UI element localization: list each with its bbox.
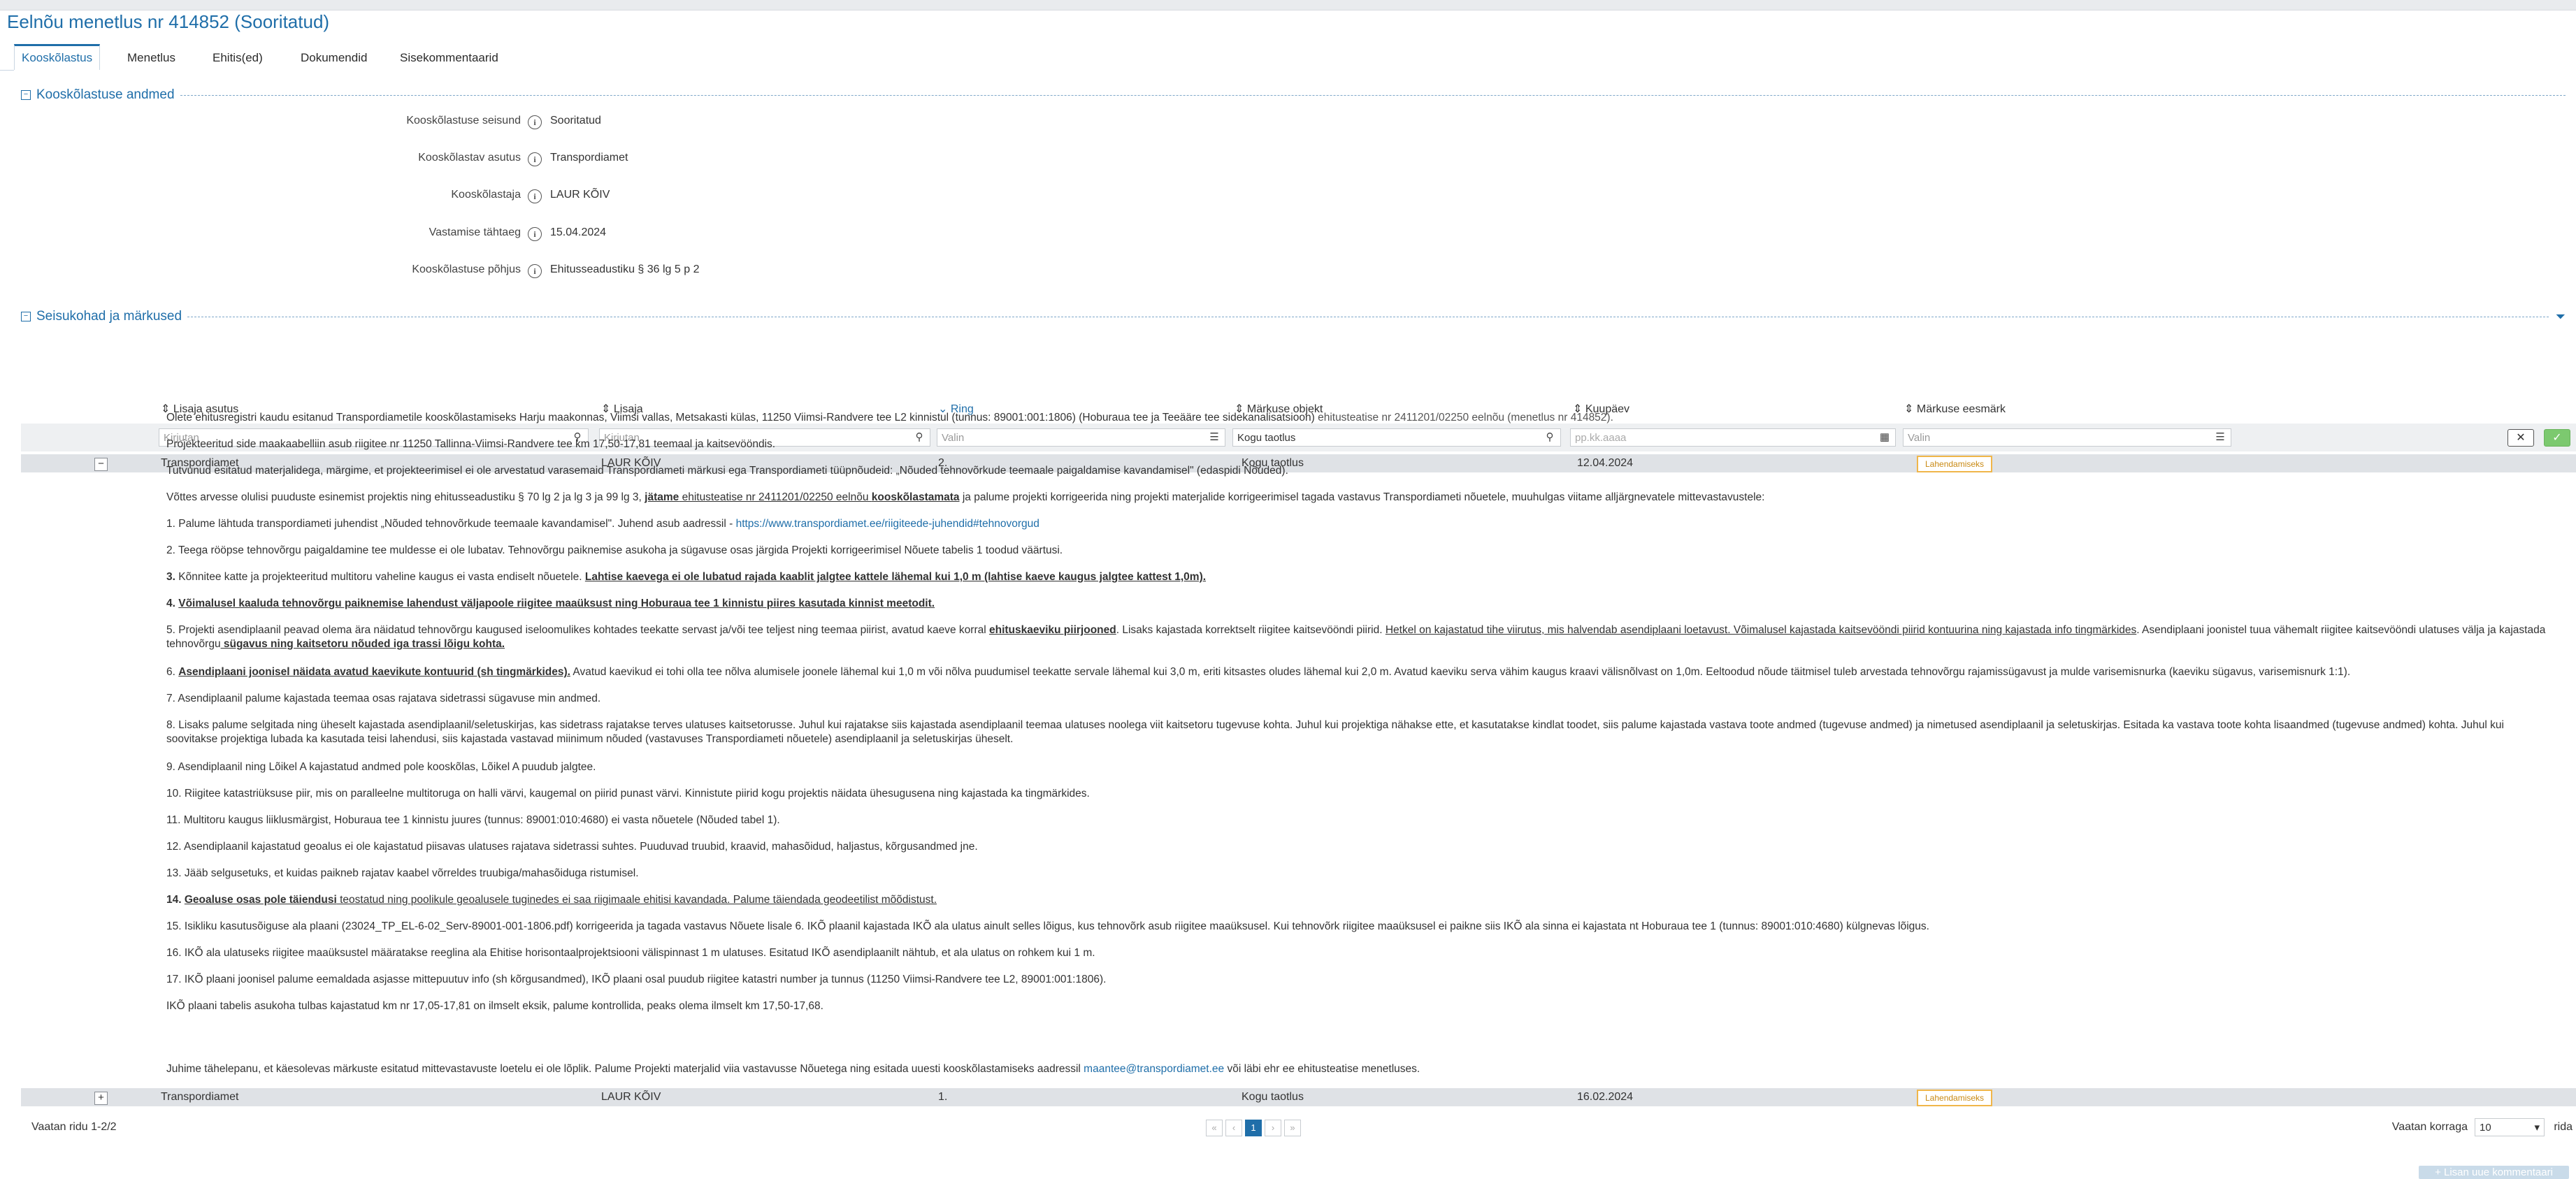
field-kooskolastav-asutus: Kooskõlastav asutus i Transpordiamet	[14, 152, 853, 173]
detail-item: 13. Jääb selgusetuks, et kuidas paikneb …	[166, 867, 639, 879]
tab-menetlus[interactable]: Menetlus	[120, 46, 182, 70]
tab-sisekommentaarid[interactable]: Sisekommentaarid	[393, 46, 505, 70]
email-link[interactable]: maantee@transpordiamet.ee	[1084, 1063, 1224, 1075]
info-icon[interactable]: i	[528, 152, 542, 166]
detail-item: 1. Palume lähtuda transpordiameti juhend…	[166, 518, 1039, 530]
detail-item: 5. Projekti asendiplaanil peavad olema ä…	[166, 624, 2546, 650]
detail-item: 6. Asendiplaani joonisel näidata avatud …	[166, 666, 2351, 678]
field-label: Vastamise tähtaeg	[429, 226, 521, 238]
detail-item: 3. Kõnnitee katte ja projekteeritud mult…	[166, 571, 1207, 583]
detail-item: 10. Riigitee katastriüksuse piir, mis on…	[166, 788, 1090, 800]
field-value: 15.04.2024	[550, 226, 607, 238]
detail-item: 7. Asendiplaanil palume kajastada teemaa…	[166, 693, 601, 704]
detail-paragraph: Projekteeritud side maakaabelliin asub r…	[166, 438, 776, 450]
field-label: Kooskõlastaja	[451, 189, 521, 201]
detail-paragraph: Tutvunud esitatud materjalidega, märgime…	[166, 465, 1288, 477]
last-page-button[interactable]: »	[1284, 1120, 1301, 1136]
field-label: Kooskõlastuse põhjus	[412, 263, 521, 275]
page-size-label: Vaatan korraga	[2391, 1121, 2468, 1133]
field-label: Kooskõlastuse seisund	[406, 115, 521, 126]
prev-page-button[interactable]: ‹	[1225, 1120, 1242, 1136]
grid-footer: Vaatan ridu 1-2/2 « ‹ 1 › » Vaatan korra…	[21, 1118, 2576, 1139]
detail-item: IKÕ plaani tabelis asukoha tulbas kajast…	[166, 1000, 823, 1012]
page-1-button[interactable]: 1	[1245, 1120, 1262, 1136]
tab-kooskolastus[interactable]: Kooskõlastus	[14, 44, 101, 72]
next-page-button[interactable]: ›	[1265, 1120, 1281, 1136]
rows-info: Vaatan ridu 1-2/2	[31, 1121, 117, 1133]
collapse-icon[interactable]: −	[21, 312, 31, 321]
info-icon[interactable]: i	[528, 264, 542, 278]
collapse-row-icon[interactable]: −	[94, 458, 108, 471]
cell-org: Transpordiamet	[161, 1091, 239, 1103]
section-header-seisukohad[interactable]: − Seisukohad ja märkused ⏷	[21, 309, 2566, 324]
info-icon[interactable]: i	[528, 189, 542, 203]
field-value: LAUR KÕIV	[550, 189, 610, 201]
filter-icon[interactable]: ⏷	[2556, 310, 2566, 324]
first-page-button[interactable]: «	[1206, 1120, 1223, 1136]
detail-closing: Juhime tähelepanu, et käesolevas märkust…	[166, 1063, 1420, 1075]
detail-item: 15. Isikliku kasutusõiguse ala plaani (2…	[166, 920, 1929, 932]
expand-row-icon[interactable]: +	[94, 1092, 108, 1105]
detail-item: 11. Multitoru kaugus liiklusmärgist, Hob…	[166, 814, 780, 826]
field-kooskolastuse-seisund: Kooskõlastuse seisund i Sooritatud	[14, 115, 853, 136]
detail-paragraph: Olete ehitusregistri kaudu esitanud Tran…	[166, 412, 1613, 424]
detail-item: 4. Võimalusel kaaluda tehnovõrgu paiknem…	[166, 598, 935, 609]
detail-item: 8. Lisaks palume selgitada ning üheselt …	[166, 719, 2504, 745]
detail-paragraph: Võttes arvesse olulisi puuduste esinemis…	[166, 491, 1765, 503]
section-header-kooskolastuse-andmed[interactable]: − Kooskõlastuse andmed	[21, 87, 2566, 103]
page-title: Eelnõu menetlus nr 414852 (Sooritatud)	[7, 11, 330, 32]
pager: « ‹ 1 › »	[1206, 1120, 1301, 1136]
page-size-select[interactable]: 10 ▾	[2475, 1118, 2545, 1136]
field-value: Sooritatud	[550, 115, 601, 126]
field-kooskolastuse-pohjus: Kooskõlastuse põhjus i Ehitusseadustiku …	[14, 263, 853, 284]
add-comment-button[interactable]: + Lisan uue kommentaari	[2419, 1166, 2569, 1179]
field-vastamise-tahtaeg: Vastamise tähtaeg i 15.04.2024	[14, 226, 853, 247]
info-icon[interactable]: i	[528, 227, 542, 241]
section-title: Seisukohad ja märkused	[36, 309, 182, 324]
detail-item: 17. IKÕ plaani joonisel palume eemaldada…	[166, 974, 1107, 985]
page-size-suffix: rida	[2554, 1121, 2573, 1133]
top-strip	[0, 0, 2576, 10]
detail-item: 2. Teega rööpse tehnovõrgu paigaldamine …	[166, 544, 1063, 556]
field-kooskolastaja: Kooskõlastaja i LAUR KÕIV	[14, 189, 853, 210]
section-rule	[180, 94, 2566, 96]
field-value: Transpordiamet	[550, 152, 628, 164]
field-value: Ehitusseadustiku § 36 lg 5 p 2	[550, 263, 700, 275]
cell-date: 16.02.2024	[1577, 1091, 1634, 1103]
detail-item: 12. Asendiplaanil kajastatud geoalus ei …	[166, 841, 978, 853]
detail-item: 14. Geoaluse osas pole täiendusi teostat…	[166, 894, 937, 906]
main-content: − Kooskõlastuse andmed Kooskõlastuse sei…	[14, 70, 2576, 1179]
status-badge: Lahendamiseks	[1917, 1090, 1993, 1106]
tab-bar: Kooskõlastus Menetlus Ehitis(ed) Dokumen…	[0, 41, 2576, 72]
cell-user: LAUR KÕIV	[601, 1091, 661, 1103]
tab-ehitised[interactable]: Ehitis(ed)	[206, 46, 270, 70]
detail-item: 16. IKÕ ala ulatuseks riigitee maaüksust…	[166, 947, 1095, 959]
cell-object: Kogu taotlus	[1242, 1091, 1304, 1103]
cell-ring: 1.	[938, 1091, 948, 1103]
table-row[interactable]: + Transpordiamet LAUR KÕIV 1. Kogu taotl…	[21, 1088, 2576, 1106]
field-label: Kooskõlastav asutus	[418, 152, 521, 164]
tab-dokumendid[interactable]: Dokumendid	[294, 46, 374, 70]
section-title: Kooskõlastuse andmed	[36, 87, 175, 102]
detail-item: 9. Asendiplaanil ning Lõikel A kajastatu…	[166, 761, 596, 773]
info-icon[interactable]: i	[528, 115, 542, 129]
collapse-icon[interactable]: −	[21, 90, 31, 100]
chevron-down-icon: ▾	[2534, 1122, 2540, 1134]
juhend-link[interactable]: https://www.transpordiamet.ee/riigiteede…	[736, 518, 1039, 530]
